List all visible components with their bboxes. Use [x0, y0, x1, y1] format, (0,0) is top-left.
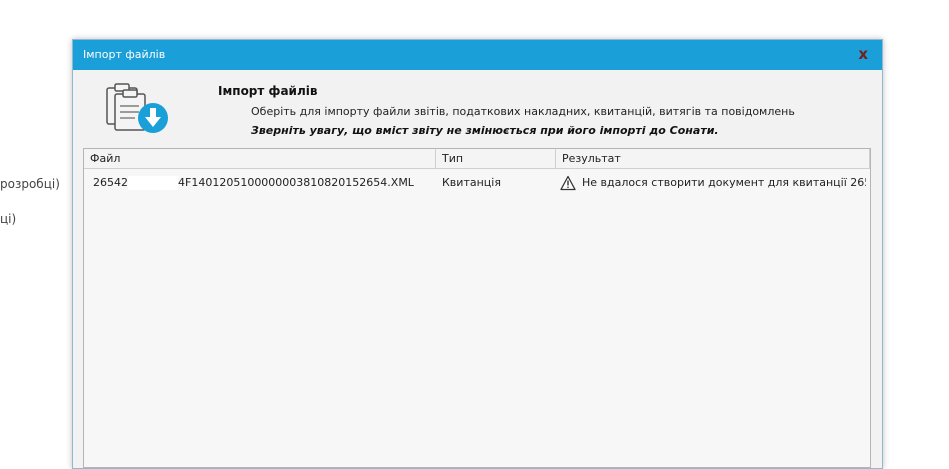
close-button[interactable]: x — [858, 45, 868, 63]
import-results-table: Файл Тип Результат 26542 4F14012051000000… — [83, 148, 871, 468]
column-header-type[interactable]: Тип — [436, 149, 556, 168]
file-cell: 26542 4F1401205100000003810820152654.XML — [93, 173, 433, 193]
result-cell: Не вдалося створити документ для квитанц… — [560, 173, 866, 193]
column-header-result[interactable]: Результат — [556, 149, 870, 168]
redacted-area — [128, 176, 178, 190]
import-files-dialog: Імпорт файлів x Імпорт файлів Оберіть дл… — [72, 39, 883, 469]
file-name-prefix: 26542 — [93, 176, 128, 189]
dialog-title: Імпорт файлів — [83, 48, 166, 61]
warning-icon — [560, 175, 576, 191]
dialog-heading: Імпорт файлів — [218, 84, 318, 98]
background-text-2: ці) — [0, 212, 17, 226]
result-text: Не вдалося створити документ для квитанц… — [582, 176, 866, 189]
table-header: Файл Тип Результат — [84, 149, 870, 169]
dialog-description: Оберіть для імпорту файли звітів, податк… — [251, 105, 795, 118]
dialog-warning: Зверніть увагу, що вміст звіту не змінює… — [251, 124, 719, 137]
type-cell: Квитанція — [442, 176, 501, 189]
dialog-titlebar[interactable]: Імпорт файлів x — [73, 40, 882, 70]
table-row[interactable]: 26542 4F1401205100000003810820152654.XML … — [84, 173, 870, 193]
background-text-1: розробці) — [0, 177, 60, 191]
column-header-file[interactable]: Файл — [84, 149, 436, 168]
clipboard-download-icon — [106, 83, 168, 133]
file-name-suffix: 4F1401205100000003810820152654.XML — [178, 176, 414, 189]
